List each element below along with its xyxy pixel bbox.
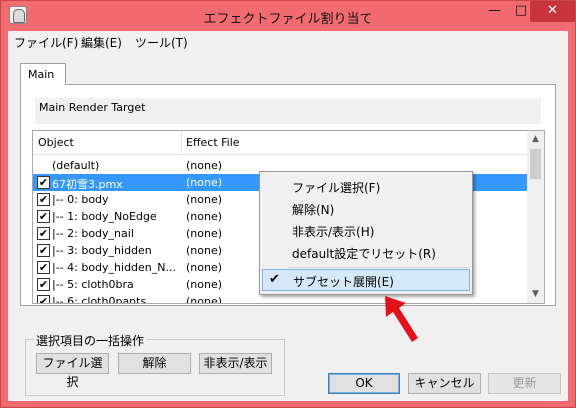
menu-item-release[interactable]: 解除(N) [292, 201, 334, 218]
scroll-down-icon[interactable]: ▼ [527, 286, 544, 303]
scroll-up-icon[interactable]: ▲ [527, 131, 544, 148]
row-checkbox[interactable]: ✔ [37, 244, 50, 257]
row-effect: (none) [186, 261, 223, 274]
check-icon: ✔ [269, 272, 280, 287]
minimize-button[interactable]: — [481, 1, 508, 22]
row-effect: (none) [186, 227, 223, 240]
column-divider[interactable] [181, 131, 182, 155]
row-checkbox[interactable]: ✔ [37, 193, 50, 206]
row-object: |-- 2: body_nail [52, 227, 134, 240]
context-menu: ファイル選択(F) 解除(N) 非表示/表示(H) default設定でリセット… [259, 171, 473, 295]
row-effect: (none) [186, 210, 223, 223]
menu-item-expand-subsets-label: サブセット展開(E) [293, 275, 394, 289]
row-checkbox[interactable]: ✔ [37, 278, 50, 291]
list-header: Object Effect File [33, 131, 527, 155]
row-effect: (none) [186, 295, 223, 304]
menu-item-reset-default[interactable]: default設定でリセット(R) [292, 245, 436, 262]
bulk-operations-title: 選択項目の一括操作 [34, 332, 147, 349]
row-effect: (none) [186, 159, 223, 172]
close-button[interactable]: ✕ [530, 1, 575, 22]
cancel-button[interactable]: キャンセル [408, 373, 481, 394]
tab-main[interactable]: Main [20, 63, 66, 85]
menu-edit[interactable]: 編集(E) [81, 34, 122, 51]
menu-separator [288, 267, 470, 268]
ok-button[interactable]: OK [328, 373, 400, 394]
row-object: |-- 3: body_hidden [52, 244, 152, 257]
row-object: (default) [52, 159, 100, 172]
menu-tools[interactable]: ツール(T) [135, 34, 188, 51]
render-target-label: Main Render Target [35, 98, 541, 124]
column-header-effect[interactable]: Effect File [186, 136, 240, 149]
menu-file[interactable]: ファイル(F) [14, 34, 78, 51]
menu-item-toggle-visibility[interactable]: 非表示/表示(H) [292, 223, 374, 240]
scroll-thumb[interactable] [530, 149, 541, 179]
row-object: |-- 4: body_hidden_N... [52, 261, 176, 274]
bulk-operations-group: 選択項目の一括操作 ファイル選択 解除 非表示/表示 [25, 332, 285, 396]
row-object: |-- 1: body_NoEdge [52, 210, 157, 223]
column-header-object[interactable]: Object [38, 136, 74, 149]
dialog-window: エフェクトファイル割り当て — □ ✕ ファイル(F) 編集(E) ツール(T)… [0, 0, 576, 408]
row-object: |-- 0: body [52, 193, 109, 206]
row-object: 67初雪3.pmx [52, 178, 123, 191]
row-checkbox[interactable]: ✔ [37, 295, 50, 303]
row-checkbox[interactable]: ✔ [37, 210, 50, 223]
bulk-file-select-button[interactable]: ファイル選択 [36, 353, 109, 389]
row-object: |-- 5: cloth0bra [52, 278, 134, 291]
row-object: |-- 6: cloth0pants [52, 295, 147, 304]
row-effect: (none) [186, 176, 223, 189]
row-effect: (none) [186, 193, 223, 206]
red-arrow-icon [385, 296, 418, 342]
row-checkbox[interactable]: ✔ [37, 176, 50, 189]
row-checkbox[interactable]: ✔ [37, 261, 50, 274]
title-bar[interactable]: エフェクトファイル割り当て — □ ✕ [1, 1, 575, 31]
row-effect: (none) [186, 244, 223, 257]
menu-item-expand-subsets[interactable]: ✔ サブセット展開(E) [262, 269, 470, 291]
menu-item-file-select[interactable]: ファイル選択(F) [292, 179, 380, 196]
menu-bar: ファイル(F) 編集(E) ツール(T) [8, 31, 568, 51]
row-effect: (none) [186, 278, 223, 291]
update-button[interactable]: 更新 [488, 373, 561, 394]
bulk-release-button[interactable]: 解除 [118, 353, 191, 374]
vertical-scrollbar[interactable]: ▲ ▼ [527, 131, 544, 303]
bulk-toggle-visibility-button[interactable]: 非表示/表示 [199, 353, 272, 374]
row-checkbox[interactable]: ✔ [37, 227, 50, 240]
